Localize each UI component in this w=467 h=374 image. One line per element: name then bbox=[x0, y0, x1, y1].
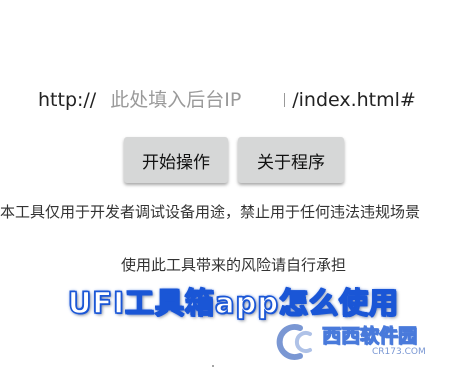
url-suffix: /index.html# bbox=[292, 89, 416, 111]
home-indicator-dot bbox=[212, 365, 214, 367]
text-cursor bbox=[284, 93, 286, 107]
banner-title: UFI工具箱app怎么使用 bbox=[67, 285, 400, 321]
start-operation-button[interactable]: 开始操作 bbox=[124, 137, 228, 183]
url-row: http:// /index.html# bbox=[38, 86, 416, 114]
url-prefix: http:// bbox=[38, 89, 97, 111]
backend-ip-input[interactable] bbox=[110, 89, 279, 111]
risk-notice-text: 使用此工具带来的风险请自行承担 bbox=[120, 256, 346, 274]
site-watermark: 西西软件园 CR173.COM bbox=[274, 322, 459, 362]
cc-logo-icon bbox=[274, 322, 320, 362]
about-program-button[interactable]: 关于程序 bbox=[238, 137, 344, 183]
watermark-site-url: CR173.COM bbox=[372, 347, 426, 357]
disclaimer-text: 本工具仅用于开发者调试设备用途，禁止用于任何违法违规场景 bbox=[0, 203, 421, 221]
watermark-site-name: 西西软件园 bbox=[322, 325, 418, 347]
